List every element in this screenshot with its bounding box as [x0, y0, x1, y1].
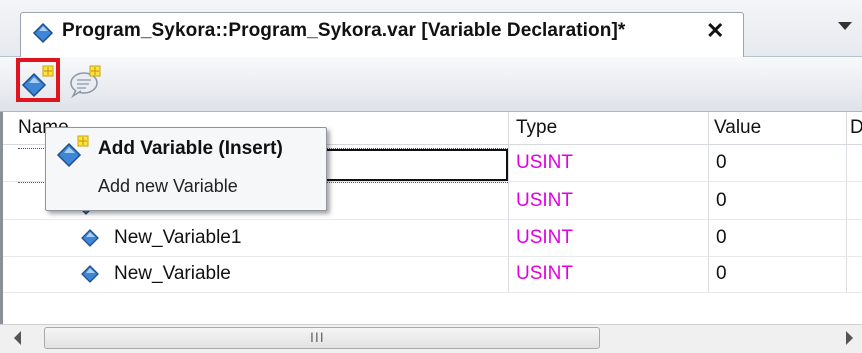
variable-diamond-icon — [81, 265, 99, 283]
column-header-value[interactable]: Value — [710, 112, 846, 144]
scroll-right-arrow-icon[interactable] — [846, 331, 853, 345]
value-cell[interactable]: 0 — [716, 183, 727, 219]
type-cell[interactable]: USINT — [516, 220, 573, 256]
scrollbar-grip: III — [310, 329, 325, 345]
variable-name[interactable]: New_Variable — [114, 256, 231, 292]
type-cell[interactable]: USINT — [516, 256, 573, 292]
type-cell[interactable]: USINT — [516, 183, 573, 219]
close-icon[interactable]: ✕ — [706, 18, 724, 44]
column-divider[interactable] — [846, 112, 847, 144]
panel-left-border — [0, 112, 3, 324]
add-variable-icon — [56, 135, 89, 168]
column-divider[interactable] — [508, 112, 509, 144]
tab-overflow-chevron-icon[interactable] — [838, 22, 852, 30]
scroll-left-arrow-icon[interactable] — [14, 331, 21, 345]
type-cell[interactable]: USINT — [516, 145, 573, 181]
variable-diamond-icon — [81, 229, 99, 247]
variable-diamond-icon — [32, 22, 54, 44]
column-divider[interactable] — [708, 112, 709, 144]
add-variable-button[interactable] — [16, 58, 60, 102]
column-header-d[interactable]: D — [848, 112, 862, 144]
column-header-type[interactable]: Type — [512, 112, 708, 144]
tooltip-description: Add new Variable — [98, 176, 238, 196]
tab-title: Program_Sykora::Program_Sykora.var [Vari… — [62, 20, 626, 41]
variable-name[interactable]: New_Variable1 — [114, 220, 241, 256]
value-cell[interactable]: 0 — [716, 220, 727, 256]
tooltip-title: Add Variable (Insert) — [98, 138, 283, 159]
value-cell[interactable]: 0 — [716, 145, 727, 181]
add-comment-icon[interactable] — [68, 64, 102, 98]
toolbar — [0, 57, 862, 112]
value-cell[interactable]: 0 — [716, 256, 727, 292]
